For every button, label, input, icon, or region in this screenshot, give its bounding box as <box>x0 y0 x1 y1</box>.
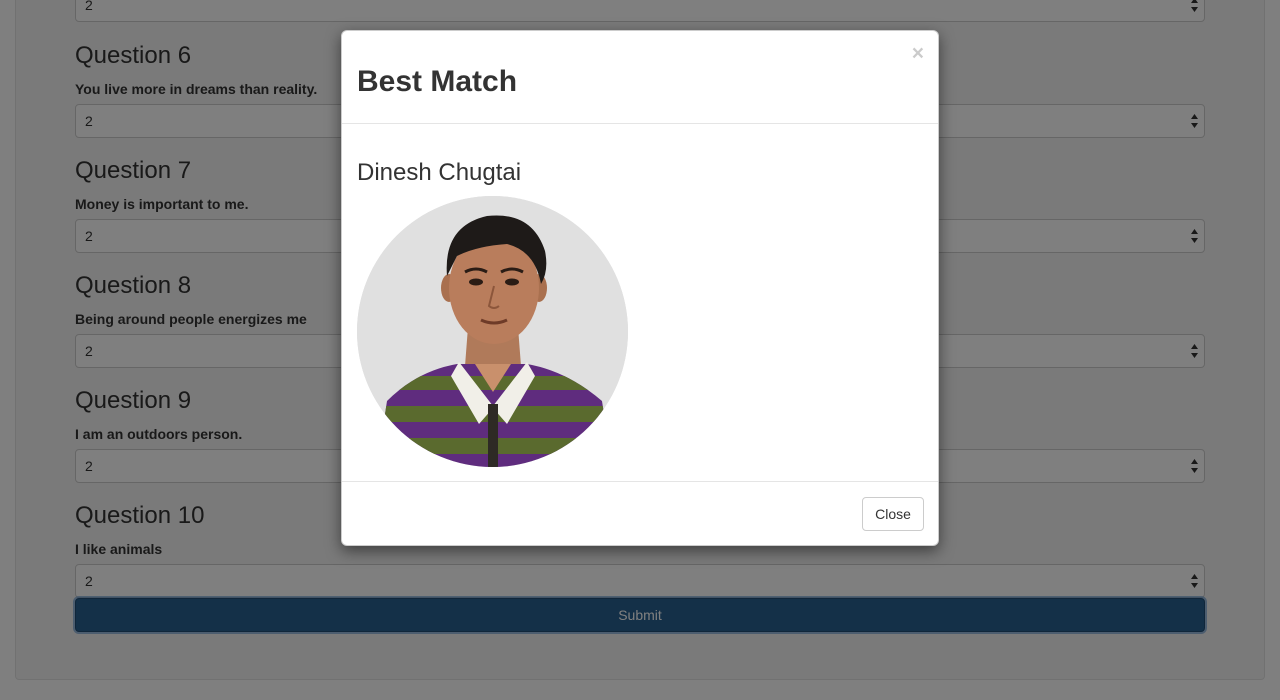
match-photo <box>357 196 628 467</box>
page: 2 Question 6 You live more in dreams tha… <box>0 0 1280 700</box>
person-portrait-icon <box>357 196 628 467</box>
best-match-modal: × Best Match Dinesh Chugtai Close <box>341 30 939 546</box>
match-name: Dinesh Chugtai <box>357 159 522 186</box>
modal-title: Best Match <box>357 65 518 98</box>
close-button[interactable]: Close <box>862 497 924 531</box>
modal-body: Dinesh Chugtai <box>342 124 938 482</box>
modal-header: × Best Match <box>342 31 938 124</box>
close-icon[interactable]: × <box>912 43 924 64</box>
